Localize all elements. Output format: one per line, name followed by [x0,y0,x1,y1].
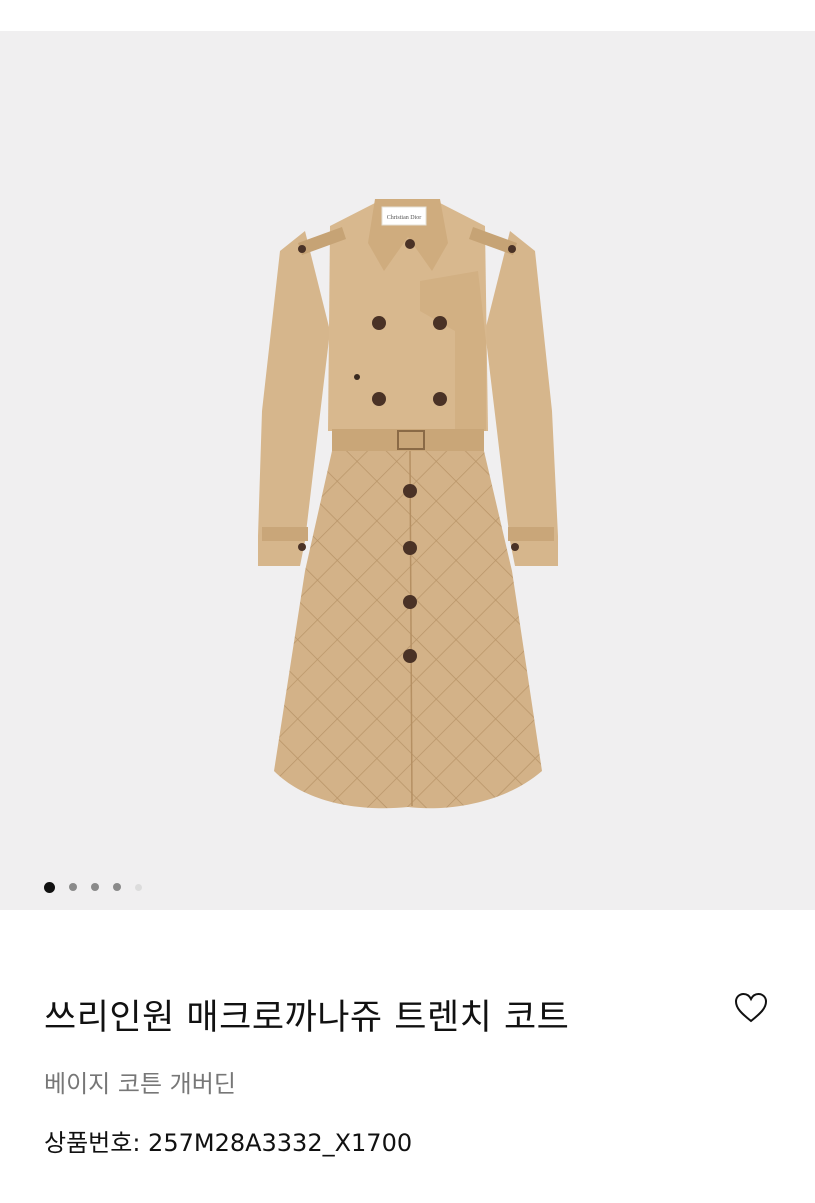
pagination-dot[interactable] [113,883,121,891]
pagination-dot[interactable] [135,883,142,891]
pagination-dot[interactable] [69,883,77,891]
product-material: 베이지 코튼 개버딘 [44,1070,236,1098]
product-code-value: 257M28A3332_X1700 [148,1129,413,1157]
product-code: 상품번호: 257M28A3332_X1700 [44,1127,412,1159]
gallery-pagination [44,881,142,893]
product-image: Christian Dior [258,199,558,809]
pagination-dot[interactable] [91,883,99,891]
product-code-label: 상품번호: [44,1129,141,1157]
product-title: 쓰리인원 매크로까나쥬 트렌치 코트 [44,998,570,1038]
product-image-gallery[interactable]: Christian Dior [0,31,815,910]
heart-icon[interactable] [733,990,769,1026]
pagination-dot-active[interactable] [44,881,55,893]
label-text: Christian Dior [387,215,422,221]
